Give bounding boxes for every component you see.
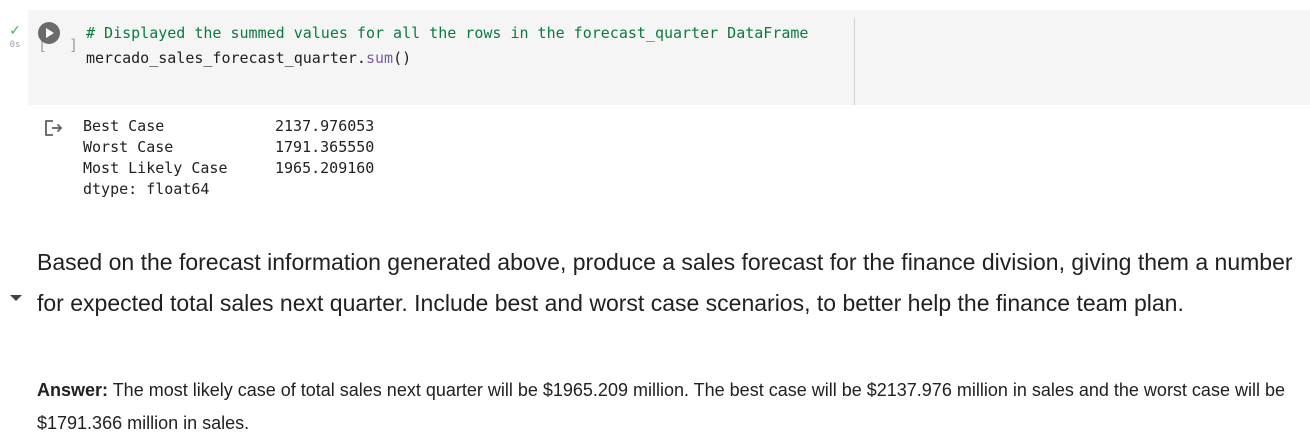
code-method: sum: [365, 49, 394, 67]
execution-time: 0s: [9, 40, 21, 50]
run-bracket-right: ]: [69, 36, 79, 54]
output-row-value: 2137.976053: [275, 117, 375, 135]
cell-status: ✓ 0s: [6, 24, 24, 50]
output-row-label: Worst Case: [83, 138, 174, 156]
question-text: Based on the forecast information genera…: [37, 249, 1293, 316]
output-row-label: Most Likely Case: [83, 159, 228, 177]
output-row-label: Best Case: [83, 117, 165, 135]
output-row: Best Case 2137.976053: [83, 116, 374, 137]
answer-text: The most likely case of total sales next…: [37, 380, 1285, 433]
output-row-value: 1791.365550: [275, 138, 375, 156]
editor-ruler-divider: [854, 18, 855, 105]
run-cell-button[interactable]: [38, 22, 60, 44]
cell-output: Best Case 2137.976053 Worst Case 1791.36…: [28, 112, 1310, 212]
output-dtype: dtype: float64: [83, 179, 209, 200]
text-cell[interactable]: Based on the forecast information genera…: [0, 238, 1310, 445]
output-row-value: 1965.209160: [275, 159, 375, 177]
code-statement-line[interactable]: mercado_sales_forecast_quarter.sum(): [86, 48, 411, 68]
output-series: Best Case 2137.976053 Worst Case 1791.36…: [83, 116, 374, 200]
output-arrow-icon[interactable]: [44, 119, 64, 142]
output-row: Most Likely Case 1965.209160: [83, 158, 374, 179]
code-cell[interactable]: [ ] # Displayed the summed values for al…: [28, 10, 1310, 105]
answer-paragraph: Answer: The most likely case of total sa…: [37, 374, 1299, 439]
code-comment-line[interactable]: # Displayed the summed values for all th…: [86, 23, 808, 43]
output-dtype-text: dtype: float64: [83, 180, 210, 198]
output-row: Worst Case 1791.365550: [83, 137, 374, 158]
check-icon: ✓: [9, 23, 21, 39]
code-object: mercado_sales_forecast_quarter.: [86, 49, 366, 67]
collapse-section-icon[interactable]: [10, 295, 22, 301]
code-call-parens: (): [393, 49, 412, 67]
answer-label: Answer:: [37, 380, 109, 400]
play-icon: [46, 28, 54, 38]
